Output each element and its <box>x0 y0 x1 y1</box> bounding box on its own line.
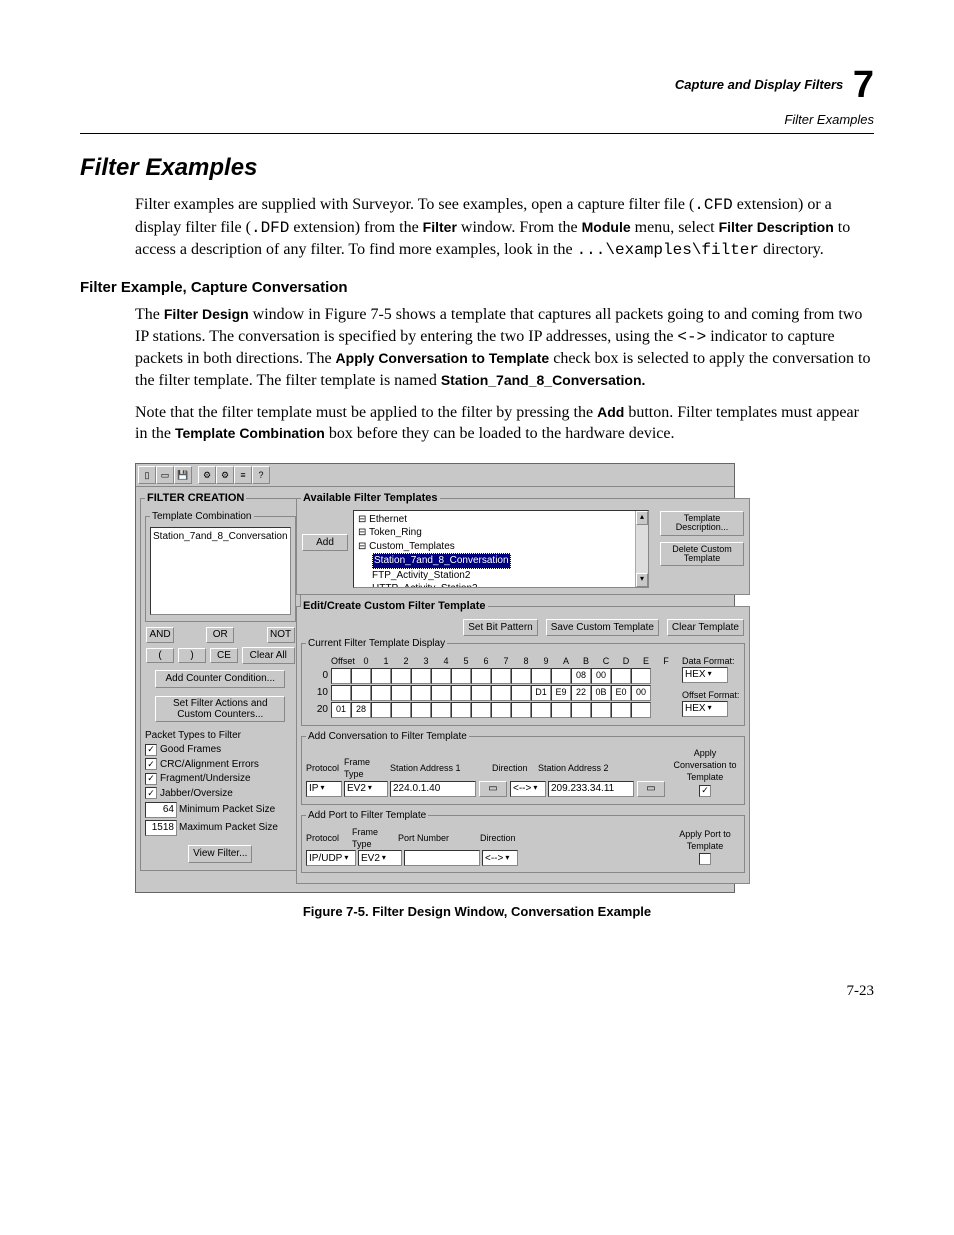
header-rule <box>80 133 874 134</box>
ce-button[interactable]: CE <box>210 648 238 664</box>
data-format-label: Data Format: <box>682 655 740 667</box>
toolbar-icon[interactable]: ⚙ <box>216 466 234 484</box>
template-combination-group: Template Combination Station_7and_8_Conv… <box>145 510 296 623</box>
and-button[interactable]: AND <box>146 627 174 643</box>
or-button[interactable]: OR <box>206 627 234 643</box>
port-direction-select[interactable]: <--> <box>482 850 518 866</box>
filter-creation-legend: FILTER CREATION <box>145 491 246 506</box>
port-frame-type-label: Frame Type <box>352 826 396 850</box>
book-icon[interactable]: ▭ <box>637 781 665 797</box>
apply-port-label: Apply Port to Template <box>670 828 740 852</box>
protocol-select[interactable]: IP <box>306 781 342 797</box>
port-number-label: Port Number <box>398 832 478 844</box>
view-filter-button[interactable]: View Filter... <box>188 845 252 863</box>
template-combination-legend: Template Combination <box>150 510 254 524</box>
clear-all-button[interactable]: Clear All <box>242 647 295 665</box>
set-filter-actions-button[interactable]: Set Filter Actions and Custom Counters..… <box>155 696 285 722</box>
max-packet-label: Maximum Packet Size <box>179 821 278 835</box>
apply-conversation-checkbox[interactable]: ✓ <box>670 785 740 797</box>
protocol-label: Protocol <box>306 762 342 774</box>
current-filter-display-group: Current Filter Template Display Offset 0… <box>301 637 745 726</box>
header-subtitle: Filter Examples <box>784 112 874 127</box>
hex-header-row: Offset 0123456789ABCDEF <box>331 655 676 667</box>
fragment-checkbox[interactable]: ✓Fragment/Undersize <box>145 772 296 786</box>
filter-creation-group: FILTER CREATION Template Combination Sta… <box>140 491 301 871</box>
crc-checkbox[interactable]: ✓CRC/Alignment Errors <box>145 758 296 772</box>
add-button[interactable]: Add <box>302 534 348 552</box>
current-filter-display-legend: Current Filter Template Display <box>306 637 447 651</box>
add-counter-button[interactable]: Add Counter Condition... <box>155 670 285 688</box>
filter-design-window-figure: ▯ ▭ 💾 ⚙ ⚙ ≡ ? FILTER CREATION Template C… <box>135 463 735 894</box>
port-protocol-label: Protocol <box>306 832 350 844</box>
station-address-1-input[interactable]: 224.0.1.40 <box>390 781 476 797</box>
add-conversation-legend: Add Conversation to Filter Template <box>306 730 469 744</box>
template-tree[interactable]: ⊟ Ethernet ⊟ Token_Ring ⊟ Custom_Templat… <box>353 510 649 588</box>
chapter-title: Capture and Display Filters <box>675 77 843 92</box>
available-templates-group: Available Filter Templates Add ⊟ Etherne… <box>296 491 750 595</box>
min-packet-input[interactable]: 64 <box>145 802 177 818</box>
port-frame-type-select[interactable]: EV2 <box>358 850 402 866</box>
port-number-input[interactable] <box>404 850 480 866</box>
direction-select[interactable]: <--> <box>510 781 546 797</box>
add-port-legend: Add Port to Filter Template <box>306 809 428 823</box>
toolbar-icon[interactable]: 💾 <box>174 466 192 484</box>
sa1-label: Station Address 1 <box>390 762 490 774</box>
chapter-number: 7 <box>853 64 874 106</box>
delete-template-button[interactable]: Delete Custom Template <box>660 542 744 567</box>
hex-row-10: 10 D1E9220BE000 <box>306 685 676 701</box>
hex-row-0: 0 0800 <box>306 668 676 684</box>
template-combination-list[interactable]: Station_7and_8_Conversation <box>150 527 291 615</box>
not-button[interactable]: NOT <box>267 627 295 643</box>
book-icon[interactable]: ▭ <box>479 781 507 797</box>
toolbar-icon[interactable]: ≡ <box>234 466 252 484</box>
para3: Note that the filter template must be ap… <box>135 402 874 445</box>
clear-template-button[interactable]: Clear Template <box>667 619 744 637</box>
para2: The Filter Design window in Figure 7-5 s… <box>135 304 874 445</box>
selected-template[interactable]: Station_7and_8_Conversation <box>372 553 511 569</box>
sa2-label: Station Address 2 <box>538 762 609 774</box>
intro-paragraph: Filter examples are supplied with Survey… <box>135 194 874 262</box>
available-templates-legend: Available Filter Templates <box>301 491 440 506</box>
edit-create-template-group: Edit/Create Custom Filter Template Set B… <box>296 599 750 885</box>
help-icon[interactable]: ? <box>252 466 270 484</box>
frame-type-select[interactable]: EV2 <box>344 781 388 797</box>
set-bit-pattern-button[interactable]: Set Bit Pattern <box>463 619 537 637</box>
port-direction-label: Direction <box>480 832 516 844</box>
tree-scrollbar[interactable]: ▴ ▾ <box>635 511 648 587</box>
hex-row-20: 20 0128 <box>306 702 676 718</box>
save-custom-template-button[interactable]: Save Custom Template <box>546 619 659 637</box>
section-heading: Filter Examples <box>80 152 874 184</box>
figure-caption: Figure 7-5. Filter Design Window, Conver… <box>80 903 874 921</box>
frame-type-label: Frame Type <box>344 756 388 780</box>
station-address-2-input[interactable]: 209.233.34.11 <box>548 781 634 797</box>
paren-close-button[interactable]: ) <box>178 648 206 664</box>
offset-format-label: Offset Format: <box>682 689 740 701</box>
page-header: Capture and Display Filters 7 Filter Exa… <box>80 60 874 129</box>
add-port-group: Add Port to Filter Template Protocol Fra… <box>301 809 745 874</box>
data-format-select[interactable]: HEX <box>682 667 728 683</box>
subsection-heading: Filter Example, Capture Conversation <box>80 278 874 298</box>
paren-open-button[interactable]: ( <box>146 648 174 664</box>
jabber-checkbox[interactable]: ✓Jabber/Oversize <box>145 787 296 801</box>
port-protocol-select[interactable]: IP/UDP <box>306 850 356 866</box>
toolbar-icon[interactable]: ⚙ <box>198 466 216 484</box>
page-number: 7-23 <box>80 981 874 1001</box>
min-packet-label: Minimum Packet Size <box>179 803 275 817</box>
add-conversation-group: Add Conversation to Filter Template Prot… <box>301 730 745 805</box>
toolbar: ▯ ▭ 💾 ⚙ ⚙ ≡ ? <box>136 464 734 487</box>
apply-conversation-label: Apply Conversation to Template <box>670 747 740 783</box>
template-description-button[interactable]: Template Description... <box>660 511 744 536</box>
apply-port-checkbox[interactable] <box>670 853 740 865</box>
packet-types-label: Packet Types to Filter <box>145 729 296 743</box>
offset-format-select[interactable]: HEX <box>682 701 728 717</box>
toolbar-icon[interactable]: ▭ <box>156 466 174 484</box>
direction-label: Direction <box>492 762 536 774</box>
toolbar-icon[interactable]: ▯ <box>138 466 156 484</box>
edit-create-legend: Edit/Create Custom Filter Template <box>301 599 488 614</box>
good-frames-checkbox[interactable]: ✓Good Frames <box>145 743 296 757</box>
max-packet-input[interactable]: 1518 <box>145 820 177 836</box>
